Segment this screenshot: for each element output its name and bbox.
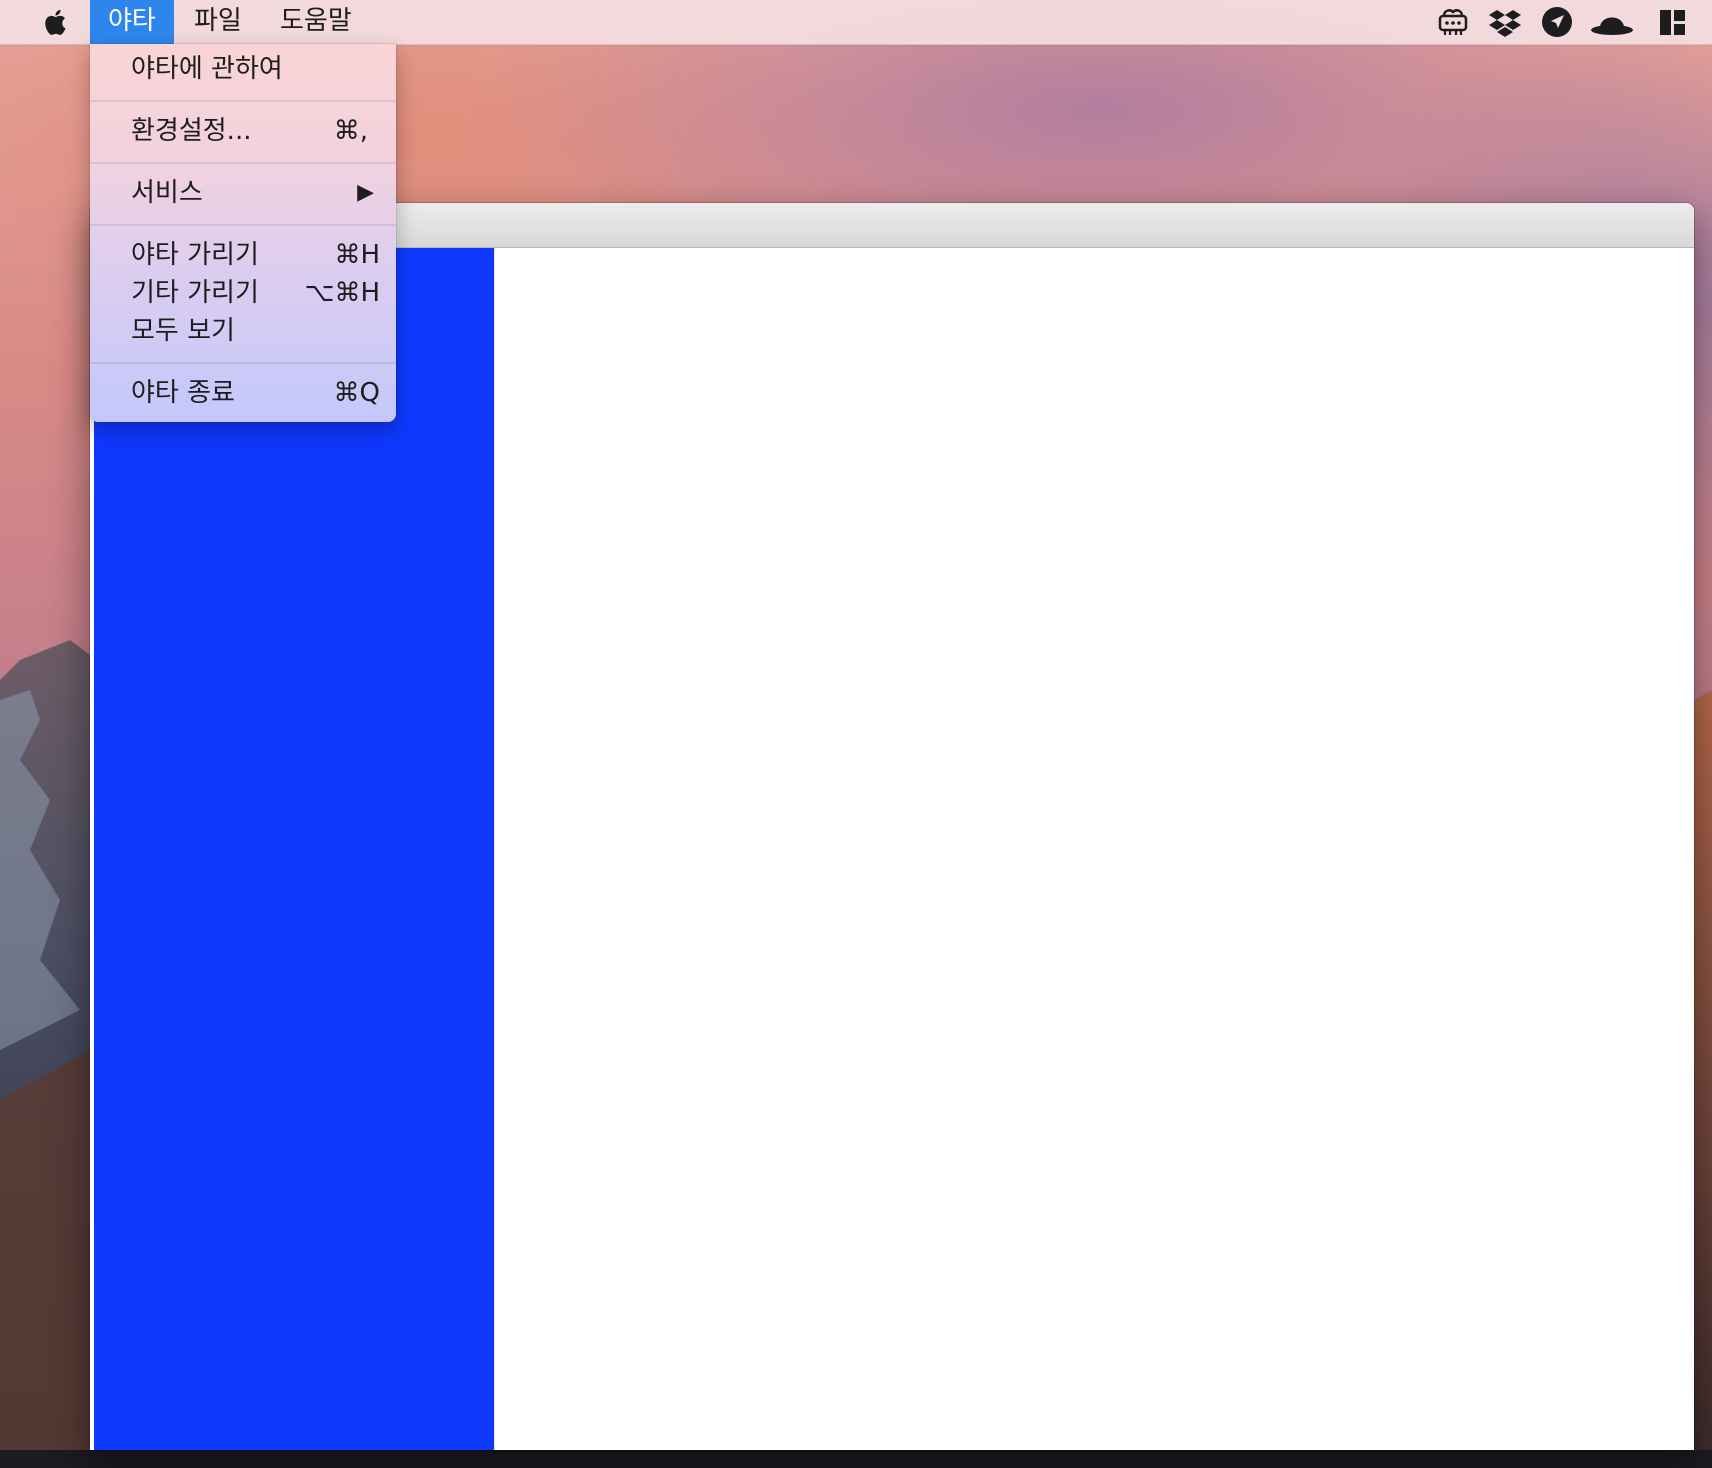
layout-grid-icon[interactable]: [1658, 6, 1688, 38]
menu-item-hide-app[interactable]: 야타 가리기 ⌘H: [90, 236, 396, 274]
menu-item-about[interactable]: 야타에 관하여: [90, 50, 396, 88]
menu-separator: [90, 362, 396, 364]
menu-help[interactable]: 도움말: [262, 0, 370, 44]
menu-item-label: 환경설정...: [131, 116, 252, 146]
menu-item-label: 서비스: [131, 178, 203, 208]
menu-item-label: 모두 보기: [131, 316, 235, 346]
menu-item-label: 야타 종료: [131, 378, 235, 408]
location-arrow-icon[interactable]: [1540, 6, 1574, 38]
app-menu-dropdown: 야타에 관하여 환경설정... ⌘, 서비스 ▶ 야타 가리기 ⌘H 기타 가리…: [90, 44, 396, 422]
menu-item-preferences[interactable]: 환경설정... ⌘,: [90, 112, 396, 150]
menu-file[interactable]: 파일: [176, 0, 260, 44]
menu-item-quit[interactable]: 야타 종료 ⌘Q: [90, 374, 396, 412]
menu-item-shortcut: ⌘,: [333, 116, 368, 146]
cloud-printer-icon[interactable]: [1436, 6, 1470, 38]
menu-app[interactable]: 야타: [90, 0, 174, 44]
dropbox-icon[interactable]: [1488, 6, 1522, 38]
menu-item-label: 기타 가리기: [131, 278, 259, 308]
menu-item-label: 야타 가리기: [131, 240, 259, 270]
menu-bar: 야타 파일 도움말: [0, 0, 1712, 45]
bowler-hat-icon[interactable]: [1590, 6, 1634, 38]
submenu-arrow-icon: ▶: [357, 180, 374, 205]
menu-item-shortcut: ⌘Q: [333, 378, 380, 408]
menu-item-show-all[interactable]: 모두 보기: [90, 312, 396, 350]
menu-item-hide-others[interactable]: 기타 가리기 ⌥⌘H: [90, 274, 396, 312]
window-sidebar[interactable]: [94, 248, 494, 1450]
menu-separator: [90, 224, 396, 226]
menu-item-shortcut: ⌥⌘H: [304, 278, 380, 308]
window-content[interactable]: [494, 248, 1694, 1450]
menu-item-label: 야타에 관하여: [131, 54, 283, 84]
menu-item-shortcut: ⌘H: [334, 240, 380, 270]
menu-separator: [90, 162, 396, 164]
menu-item-services[interactable]: 서비스 ▶: [90, 174, 396, 212]
apple-logo-icon[interactable]: [40, 6, 72, 38]
menu-separator: [90, 100, 396, 102]
